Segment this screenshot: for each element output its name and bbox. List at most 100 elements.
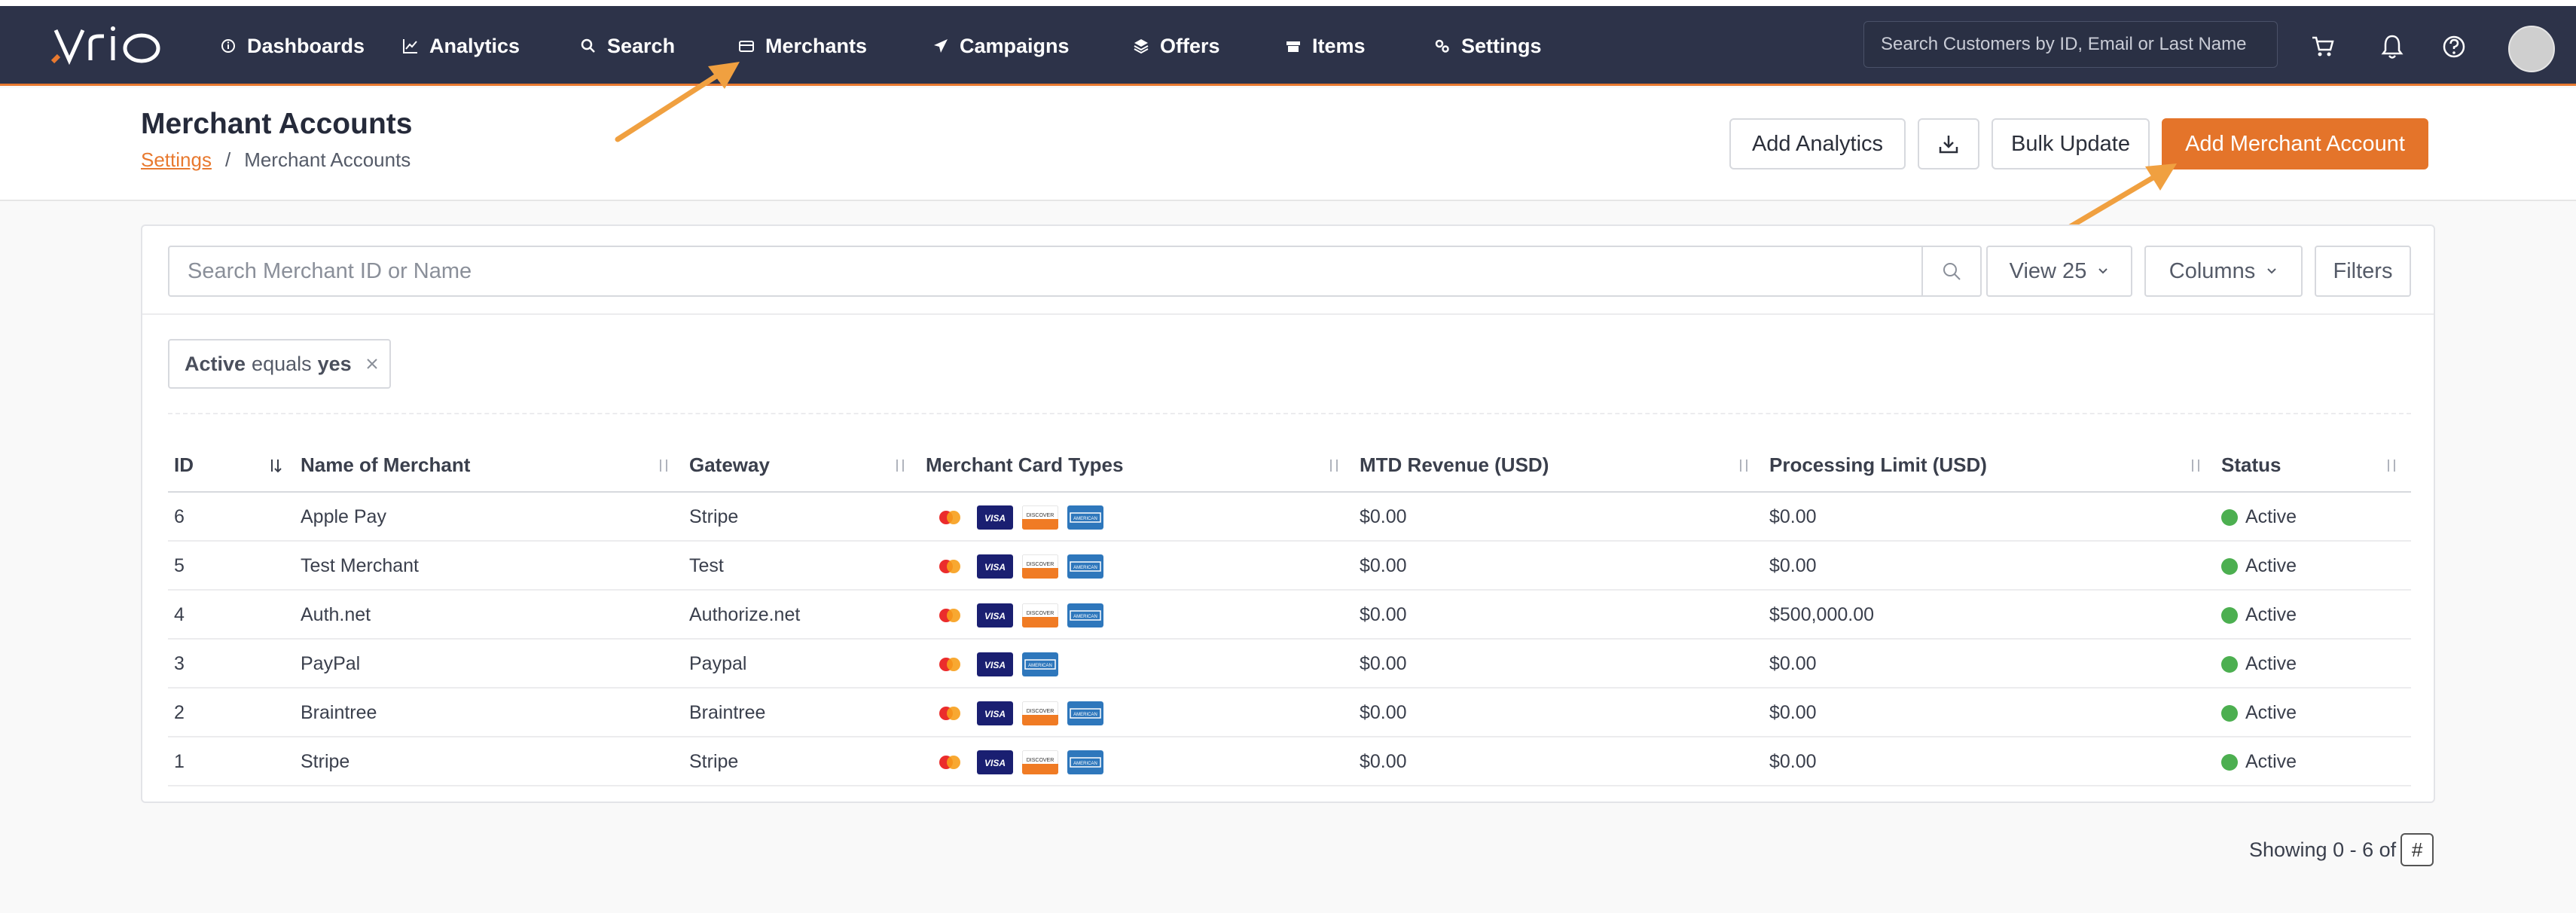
add-analytics-button[interactable]: Add Analytics <box>1729 118 1906 169</box>
cell-processing-limit: $0.00 <box>1769 653 1817 674</box>
cell-merchant-name[interactable]: Apple Pay <box>301 493 386 542</box>
cell-merchant-name[interactable]: Stripe <box>301 737 349 786</box>
column-header-mtd-revenue[interactable]: MTD Revenue (USD) <box>1360 437 1549 493</box>
column-header-id[interactable]: ID <box>174 437 194 493</box>
cell-status: Active <box>2221 737 2297 786</box>
nav-label: Merchants <box>765 34 868 57</box>
nav-label: Campaigns <box>960 34 1070 57</box>
status-label: Active <box>2245 702 2297 723</box>
amex-icon: AMERICAN <box>1067 603 1103 627</box>
table-row[interactable]: 3 PayPal Paypal VISA AMERICAN $0.00 $0.00 Activ… <box>168 640 2411 689</box>
column-header-name[interactable]: Name of Merchant <box>301 437 470 493</box>
columns-dropdown[interactable]: Columns <box>2144 246 2303 297</box>
nav-campaigns[interactable]: Campaigns <box>932 6 1070 86</box>
status-dot-icon <box>2221 508 2238 526</box>
column-header-card-types[interactable]: Merchant Card Types <box>926 437 1123 493</box>
bell-icon[interactable] <box>2377 32 2407 62</box>
sort-icon[interactable] <box>891 456 909 475</box>
nav-analytics[interactable]: Analytics <box>402 6 520 86</box>
status-label: Active <box>2245 506 2297 527</box>
column-header-processing-limit[interactable]: Processing Limit (USD) <box>1769 437 1987 493</box>
vrio-logo[interactable] <box>50 23 172 68</box>
table-row[interactable]: 6 Apple Pay Stripe VISA DISCOVER AMERICAN $0.0… <box>168 493 2411 542</box>
sort-icon[interactable] <box>1735 456 1753 475</box>
cell-merchant-name[interactable]: Auth.net <box>301 591 371 640</box>
help-icon[interactable] <box>2439 32 2469 62</box>
sort-icon[interactable] <box>1325 456 1343 475</box>
download-button[interactable] <box>1918 118 1979 169</box>
bulk-update-button[interactable]: Bulk Update <box>1992 118 2150 169</box>
cell-processing-limit: $0.00 <box>1769 702 1817 723</box>
column-header-gateway[interactable]: Gateway <box>689 437 770 493</box>
filters-button[interactable]: Filters <box>2315 246 2411 297</box>
svg-text:AMERICAN: AMERICAN <box>1073 762 1097 766</box>
visa-icon: VISA <box>977 505 1013 530</box>
avatar[interactable] <box>2508 26 2555 72</box>
cell-card-types: VISA DISCOVER AMERICAN <box>932 737 1103 786</box>
cell-id: 5 <box>174 555 185 576</box>
column-header-status[interactable]: Status <box>2221 437 2281 493</box>
svg-text:AMERICAN: AMERICAN <box>1073 517 1097 521</box>
cell-processing-limit: $0.00 <box>1769 555 1817 576</box>
filter-chip[interactable]: Active equals yes <box>168 339 391 389</box>
merchant-search-input[interactable] <box>168 246 1923 297</box>
cell-card-types: VISA AMERICAN <box>932 640 1058 689</box>
cell-processing-limit: $500,000.00 <box>1769 604 1875 625</box>
svg-text:DISCOVER: DISCOVER <box>1027 709 1055 714</box>
cart-icon[interactable] <box>2308 32 2338 62</box>
svg-text:DISCOVER: DISCOVER <box>1027 611 1055 616</box>
total-count-button[interactable]: # <box>2401 833 2434 866</box>
cell-mtd-revenue: $0.00 <box>1360 555 1407 576</box>
cell-mtd-revenue: $0.00 <box>1360 604 1407 625</box>
svg-text:DISCOVER: DISCOVER <box>1027 562 1055 567</box>
table-row[interactable]: 2 Braintree Braintree VISA DISCOVER AMERICAN $… <box>168 689 2411 737</box>
cell-mtd-revenue: $0.00 <box>1360 506 1407 527</box>
visa-icon: VISA <box>977 554 1013 579</box>
sort-desc-icon[interactable] <box>266 456 284 475</box>
merchant-search-button[interactable] <box>1921 246 1982 297</box>
svg-text:AMERICAN: AMERICAN <box>1073 615 1097 619</box>
table-row[interactable]: 1 Stripe Stripe VISA DISCOVER AMERICAN $0.00 $0… <box>168 737 2411 786</box>
close-icon[interactable] <box>362 354 382 374</box>
chevron-down-icon <box>2098 268 2108 274</box>
visa-icon: VISA <box>977 750 1013 774</box>
sort-icon[interactable] <box>2382 456 2401 475</box>
nav-label: Settings <box>1461 34 1542 57</box>
nav-offers[interactable]: Offers <box>1133 6 1220 86</box>
sort-icon[interactable] <box>655 456 673 475</box>
cell-gateway: Stripe <box>689 751 739 772</box>
nav-items[interactable]: Items <box>1285 6 1366 86</box>
top-strip <box>0 0 2576 6</box>
cell-gateway: Stripe <box>689 506 739 527</box>
nav-settings[interactable]: Settings <box>1434 6 1542 86</box>
cell-merchant-name[interactable]: Test Merchant <box>301 542 419 591</box>
download-icon <box>1939 136 1958 154</box>
visa-icon: VISA <box>977 652 1013 676</box>
cell-merchant-name[interactable]: Braintree <box>301 689 377 737</box>
nav-search[interactable]: Search <box>580 6 675 86</box>
svg-text:VISA: VISA <box>984 513 1006 524</box>
table-row[interactable]: 5 Test Merchant Test VISA DISCOVER AMERICAN $0… <box>168 542 2411 591</box>
mastercard-icon <box>932 554 968 579</box>
nav-merchants[interactable]: Merchants <box>712 6 901 86</box>
amex-icon: AMERICAN <box>1067 554 1103 579</box>
filter-op: equals <box>252 352 312 375</box>
nav-dashboards[interactable]: Dashboards <box>220 6 365 86</box>
svg-text:AMERICAN: AMERICAN <box>1073 566 1097 570</box>
discover-icon: DISCOVER <box>1022 554 1058 579</box>
breadcrumb-current: Merchant Accounts <box>244 148 411 171</box>
sort-icon[interactable] <box>2187 456 2205 475</box>
view-per-page-select[interactable]: View 25 <box>1986 246 2132 297</box>
filter-value: yes <box>317 352 352 375</box>
add-merchant-account-button[interactable]: Add Merchant Account <box>2162 118 2428 169</box>
status-dot-icon <box>2221 655 2238 673</box>
global-search-input[interactable] <box>1863 21 2278 68</box>
status-label: Active <box>2245 555 2297 576</box>
breadcrumb-settings-link[interactable]: Settings <box>141 148 212 172</box>
cell-merchant-name[interactable]: PayPal <box>301 640 360 689</box>
nav-label: Items <box>1312 34 1366 57</box>
svg-text:DISCOVER: DISCOVER <box>1027 758 1055 763</box>
top-navigation: Dashboards Analytics Search Merchants Ca… <box>0 6 2576 86</box>
table-row[interactable]: 4 Auth.net Authorize.net VISA DISCOVER AMERIC… <box>168 591 2411 640</box>
cell-status: Active <box>2221 591 2297 640</box>
